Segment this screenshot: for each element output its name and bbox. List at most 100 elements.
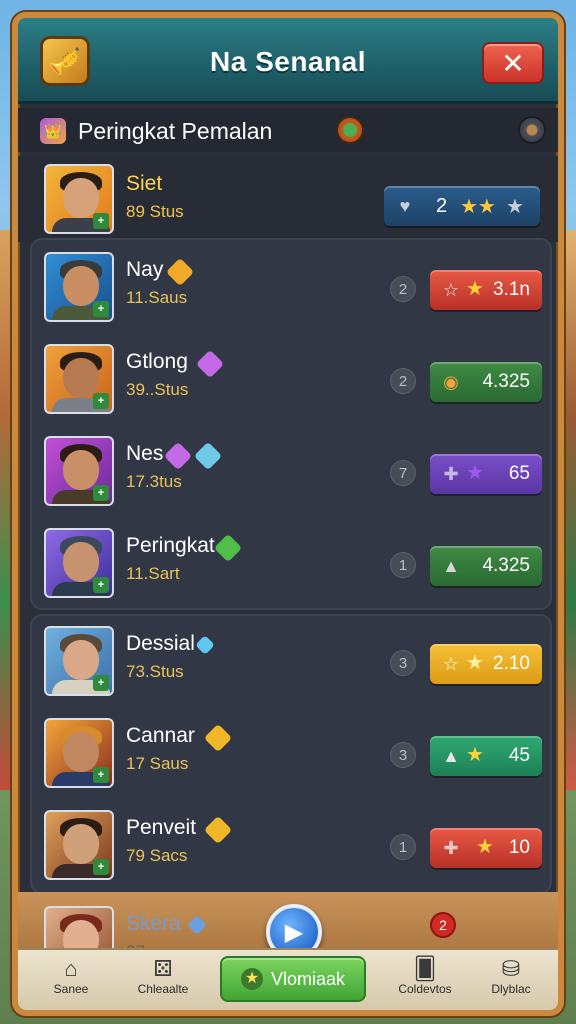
avatar: + (44, 164, 114, 234)
reward-value: 45 (508, 745, 530, 766)
avatar: + (44, 436, 114, 506)
reward-pill[interactable]: ☆ ★ 2.10 (430, 644, 542, 684)
home-icon: ⌂ (64, 956, 78, 981)
player-score: 39..Stus (126, 380, 189, 399)
player-name: Dessial (126, 632, 195, 655)
heart-icon: ♥ (399, 196, 411, 216)
level-badge-icon: + (93, 767, 109, 783)
star-outline-icon: ☆ (442, 654, 460, 674)
player-name: Gtlong (126, 350, 188, 373)
diamond-gem-icon (193, 441, 223, 471)
section-title: Peringkat Pemalan (78, 118, 273, 144)
settings-medal-icon[interactable] (518, 116, 546, 144)
chest-icon: ▲ (442, 556, 460, 576)
bottom-navigation: ⌂ Sanee ⚄ Chleaalte ★ Vlomiaak 🂠 Coldevt… (18, 948, 558, 1010)
heart-gem-icon (163, 441, 193, 471)
nav-label: Sanee (53, 982, 89, 996)
heart-gem-icon (195, 349, 225, 379)
nav-item-home[interactable]: ⌂ Sanee (26, 956, 116, 996)
puzzle-icon: ✚ (443, 838, 459, 858)
star-icon: ★ (466, 652, 484, 674)
star-icon: ★ (240, 968, 263, 990)
level-badge-icon: + (93, 393, 109, 409)
shield-badge-icon (203, 723, 233, 753)
chest-icon: ▲ (442, 746, 460, 766)
dice-icon: ⚄ (153, 956, 173, 981)
sparkle-icon (187, 915, 207, 935)
reward-value: 65 (508, 463, 530, 484)
player-score: 11.Saus (126, 288, 188, 307)
star-icon: ★ (466, 462, 484, 484)
avatar: + (44, 626, 114, 696)
reward-value: 4.325 (482, 371, 530, 392)
avatar: + (44, 344, 114, 414)
rank-number: 3 (390, 742, 416, 768)
reward-pill[interactable]: ▲ 4.325 (430, 546, 542, 586)
reward-pill[interactable]: ☆ ★ 3.1n (430, 270, 542, 310)
leaderboard-group-2: + Dessial 73.Stus 3 ☆ ★ 2.10 + Cannar 17… (30, 614, 552, 894)
top-player-row[interactable]: + Siet 89 Stus ♥ 2 ★★ ★ (18, 156, 558, 242)
leaderboard-window: 🎺 Na Senanal ✕ 👑 Peringkat Pemalan + Sie… (12, 12, 564, 1016)
close-button[interactable]: ✕ (482, 42, 544, 84)
leaderboard-section-header: 👑 Peringkat Pemalan (18, 108, 558, 152)
leaderboard-row[interactable]: + Nay 11.Saus 2 ☆ ★ 3.1n (32, 244, 550, 336)
shield-badge-icon (165, 257, 195, 287)
rank-value-pill[interactable]: ♥ 2 ★★ ★ (384, 186, 540, 226)
leaderboard-row[interactable]: + Cannar 17 Saus 3 ▲ ★ 45 (32, 710, 550, 802)
leaderboard-row[interactable]: + Gtlong 39..Stus 2 ◉ 4.325 (32, 336, 550, 428)
star-icon: ★ (466, 278, 484, 300)
nav-label: Dlyblac (491, 982, 531, 996)
player-name: Nay (126, 258, 164, 281)
rank-number: 3 (390, 650, 416, 676)
coins-icon: ⛁ (501, 956, 521, 981)
player-name: Siet (126, 172, 163, 195)
cards-icon: 🂠 (413, 956, 437, 981)
leaderboard-row[interactable]: + Nes 17.3tus 7 ✚ ★ 65 (32, 428, 550, 520)
player-score: 17 Saus (126, 754, 189, 773)
player-name: Penveit (126, 816, 197, 839)
reward-value: 4.325 (482, 555, 530, 576)
reward-pill[interactable]: ▲ ★ 45 (430, 736, 542, 776)
pill-value: 2 (436, 195, 448, 217)
nav-label: Chleaalte (137, 982, 189, 996)
reward-value: 3.1n (493, 279, 530, 300)
leaderboard-row[interactable]: + Penveit 79 Sacs 1 ✚ ★ 10 (32, 802, 550, 894)
emerald-gem-icon (213, 533, 243, 563)
reward-pill[interactable]: ◉ 4.325 (430, 362, 542, 402)
leaderboard-row[interactable]: + Dessial 73.Stus 3 ☆ ★ 2.10 (32, 618, 550, 710)
nav-item-collections[interactable]: 🂠 Coldevtos (380, 956, 470, 996)
star-icon: ★ (476, 836, 494, 858)
shield-badge-icon (203, 815, 233, 845)
nav-item-daily[interactable]: ⛁ Dlyblac (466, 956, 556, 996)
level-badge-icon: + (93, 675, 109, 691)
reward-pill[interactable]: ✚ ★ 10 (430, 828, 542, 868)
rank-number: 1 (390, 834, 416, 860)
window-title: Na Senanal (210, 46, 366, 77)
player-score: 11.Sart (126, 564, 180, 583)
reward-pill[interactable]: ✚ ★ 65 (430, 454, 542, 494)
rank-number: 7 (390, 460, 416, 486)
window-header: 🎺 Na Senanal ✕ (18, 18, 558, 104)
reward-value: 10 (508, 837, 530, 858)
player-name: Cannar (126, 724, 195, 747)
rank-number: 2 (390, 276, 416, 302)
player-score: 17.3tus (126, 472, 182, 491)
rank-number: 1 (390, 552, 416, 578)
avatar: + (44, 528, 114, 598)
star-icon: ★ (466, 744, 484, 766)
level-badge-icon: + (93, 577, 109, 593)
star-empty-icon: ★ (506, 196, 524, 218)
level-badge-icon: + (93, 485, 109, 501)
leaderboard-icon: 👑 (40, 118, 66, 144)
coin-icon: ◉ (443, 372, 459, 392)
main-button-label: Vlomiaak (270, 968, 346, 989)
leaderboard-row[interactable]: + Peringkat 11.Sart 1 ▲ 4.325 (32, 520, 550, 612)
avatar: + (44, 810, 114, 880)
nav-label: Coldevtos (398, 982, 452, 996)
level-badge-icon: + (93, 301, 109, 317)
rank-number: 2 (390, 368, 416, 394)
reward-value: 2.10 (493, 653, 530, 674)
main-action-button[interactable]: ★ Vlomiaak (220, 956, 366, 1002)
league-badge-icon[interactable] (336, 116, 364, 144)
nav-item-challenge[interactable]: ⚄ Chleaalte (118, 956, 208, 996)
